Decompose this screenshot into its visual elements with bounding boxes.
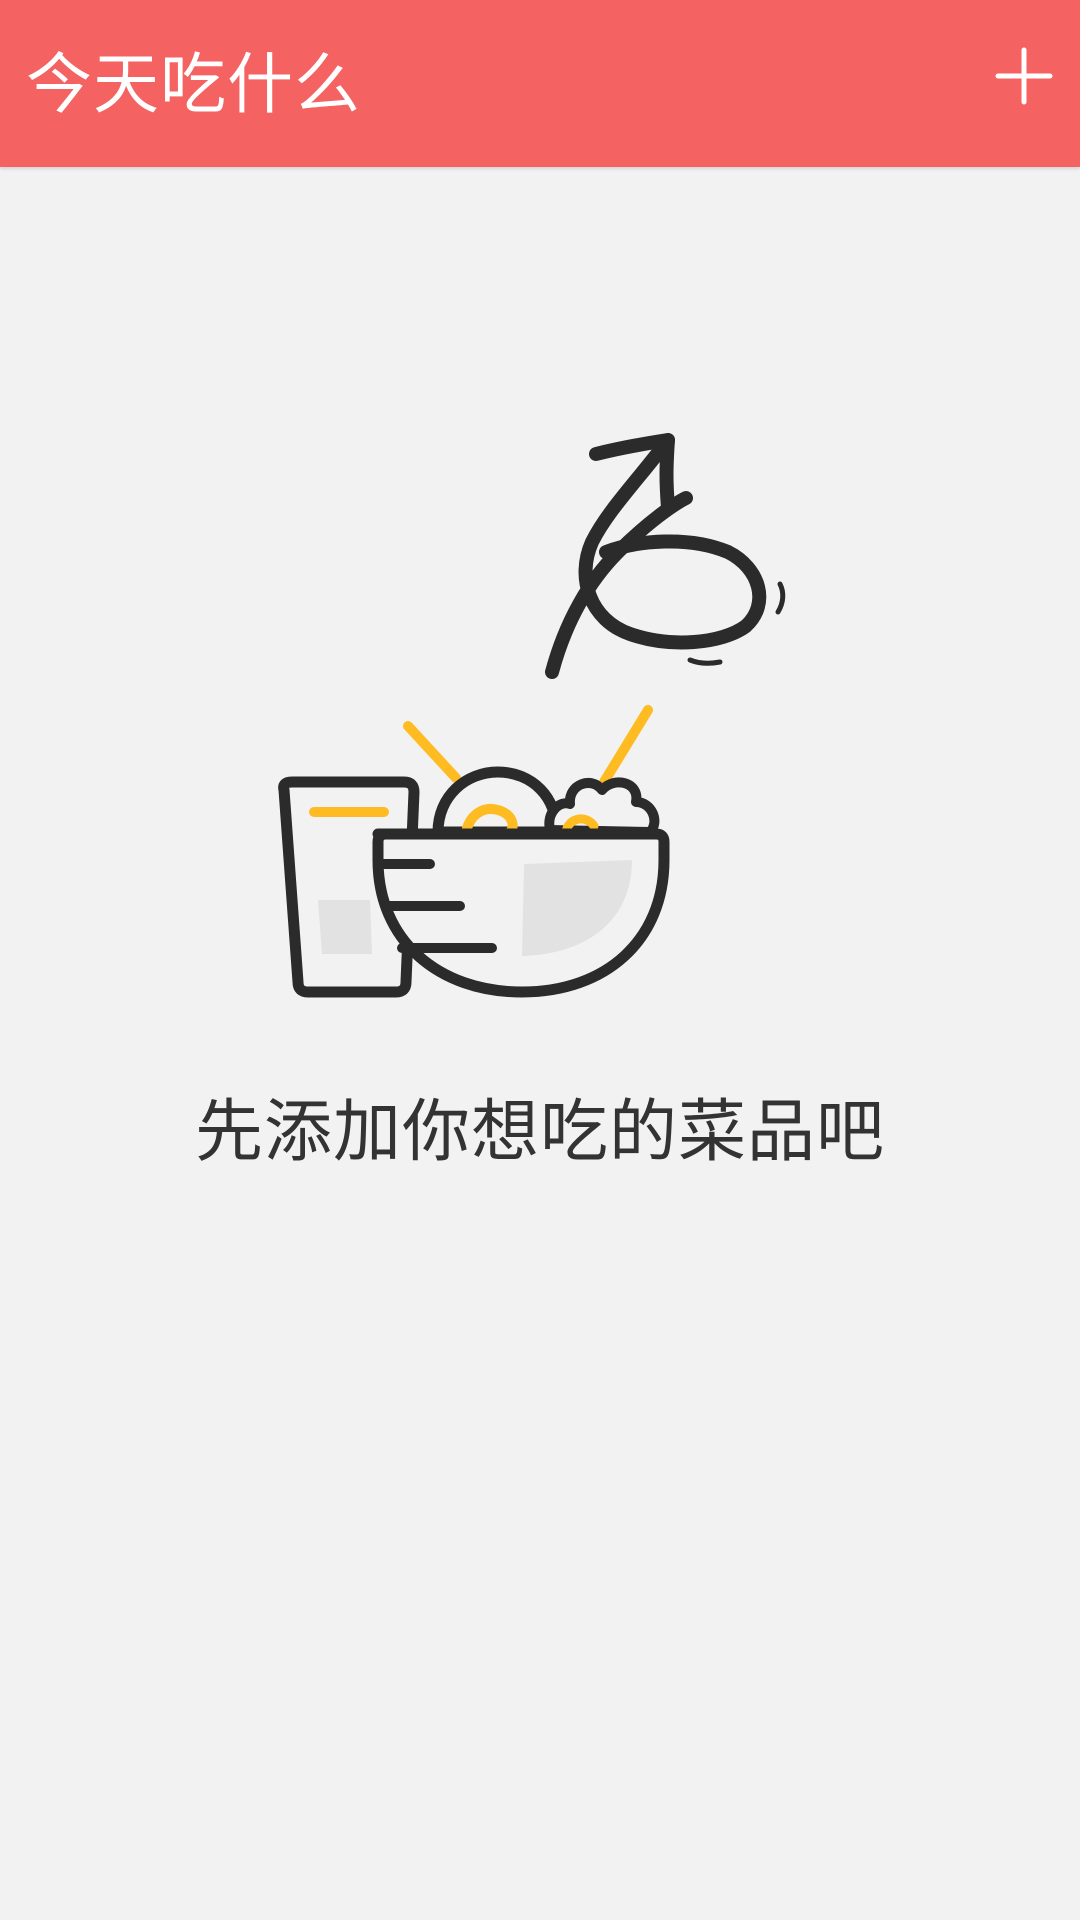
app-bar: 今天吃什么 bbox=[0, 0, 1080, 167]
bowl-graphic bbox=[372, 828, 670, 998]
app-root: 今天吃什么 先添加你想吃的菜品吧 bbox=[0, 0, 1080, 1920]
food-items-graphic bbox=[432, 766, 660, 838]
app-title: 今天吃什么 bbox=[26, 46, 361, 123]
food-bowl-with-arrow-icon bbox=[278, 433, 786, 998]
add-dish-button[interactable] bbox=[992, 44, 1056, 108]
swirl-arrow-graphic bbox=[545, 433, 767, 679]
empty-state-illustration bbox=[270, 430, 810, 1000]
plus-icon bbox=[995, 47, 1053, 105]
chopsticks-graphic bbox=[403, 705, 653, 787]
empty-state-message: 先添加你想吃的菜品吧 bbox=[194, 1093, 885, 1172]
